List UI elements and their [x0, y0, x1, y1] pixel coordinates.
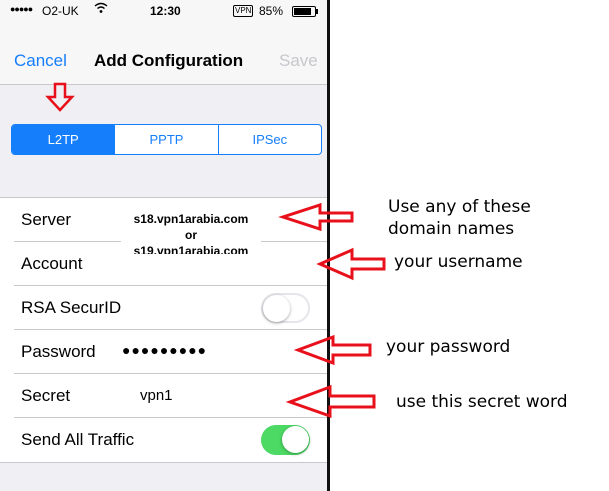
- annotation-secret: use this secret word: [396, 392, 568, 412]
- annotation-server-line1: Use any of these: [388, 197, 531, 217]
- password-arrow-icon: [293, 334, 372, 366]
- annotation-arrows: [45, 82, 386, 419]
- down-arrow-icon: [45, 82, 75, 112]
- username-arrow-icon: [316, 247, 386, 281]
- annotation-username: your username: [394, 252, 523, 272]
- server-arrow-icon: [278, 202, 354, 232]
- secret-arrow-icon: [285, 384, 376, 419]
- annotation-password: your password: [386, 337, 511, 357]
- annotation-server-line2: domain names: [388, 219, 515, 239]
